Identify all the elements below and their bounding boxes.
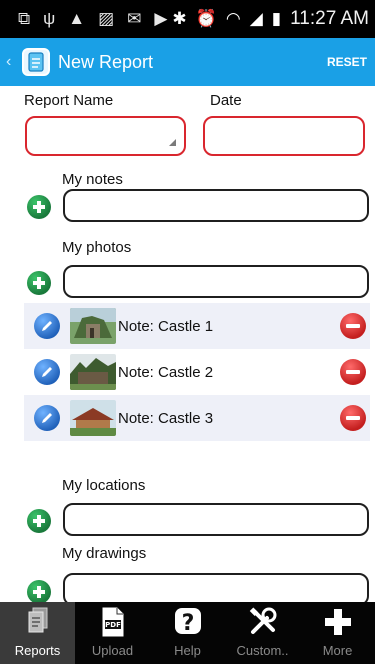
- help-icon: ?: [173, 606, 203, 641]
- photo-row[interactable]: Note: Castle 1: [24, 303, 370, 349]
- add-location-button[interactable]: [27, 509, 51, 533]
- locations-label: My locations: [62, 477, 146, 494]
- image-icon: ▨: [98, 9, 115, 28]
- tab-label: More: [322, 643, 353, 658]
- photo-note: Note: Castle 3: [118, 409, 214, 427]
- signal-icon: ◢: [249, 9, 263, 28]
- date-field[interactable]: [203, 116, 365, 156]
- photo-list: Note: Castle 1 Note: Castle 2 Note: Cast…: [24, 303, 370, 441]
- add-photo-button[interactable]: [27, 271, 51, 295]
- minus-icon: [346, 370, 360, 374]
- battery-icon: ▮: [271, 9, 282, 28]
- combo-corner-icon: [169, 139, 176, 146]
- minus-icon: [346, 416, 360, 420]
- tools-icon: [247, 606, 279, 641]
- photo-row[interactable]: Note: Castle 3: [24, 395, 370, 441]
- minus-icon: [346, 324, 360, 328]
- remove-photo-button[interactable]: [340, 359, 366, 385]
- tab-label: Custom..: [236, 643, 289, 658]
- locations-field[interactable]: [63, 503, 369, 536]
- edit-photo-button[interactable]: [34, 359, 60, 385]
- tab-label: Reports: [14, 643, 61, 658]
- status-bar: ⧉ ψ ▲ ▨ ✉ ▶ ✱ ⏰ ◠ ◢ ▮ 11:27 AM: [0, 0, 375, 38]
- photos-field[interactable]: [63, 265, 369, 298]
- plus-icon: [323, 606, 353, 641]
- photo-thumbnail[interactable]: [70, 400, 116, 436]
- photo-note: Note: Castle 1: [118, 317, 214, 335]
- back-chevron-icon[interactable]: ‹: [6, 53, 18, 71]
- remove-photo-button[interactable]: [340, 313, 366, 339]
- clock: 11:27 AM: [290, 8, 369, 29]
- action-bar: ‹ New Report RESET: [0, 38, 375, 86]
- warning-icon: ▲: [68, 9, 86, 28]
- report-name-label: Report Name: [24, 92, 114, 109]
- photo-thumbnail[interactable]: [70, 354, 116, 390]
- photo-note: Note: Castle 2: [118, 363, 214, 381]
- reset-button[interactable]: RESET: [327, 55, 367, 69]
- bottom-tab-bar: Reports PDF Upload ? Help Custom.. More: [0, 602, 375, 664]
- tab-upload[interactable]: PDF Upload: [75, 602, 150, 664]
- notes-label: My notes: [62, 171, 123, 188]
- video-icon: ▶: [154, 9, 168, 28]
- app-logo-icon[interactable]: [22, 48, 50, 76]
- bluetooth-icon: ✱: [172, 9, 187, 28]
- date-label: Date: [210, 92, 242, 109]
- alarm-icon: ⏰: [195, 9, 217, 28]
- tab-more[interactable]: More: [300, 602, 375, 664]
- photo-thumbnail[interactable]: [70, 308, 116, 344]
- tab-customize[interactable]: Custom..: [225, 602, 300, 664]
- edit-photo-button[interactable]: [34, 405, 60, 431]
- reports-icon: [25, 606, 51, 641]
- system-icons: ✱ ⏰ ◠ ◢ ▮ 11:27 AM: [172, 8, 369, 30]
- wifi-icon: ◠: [225, 9, 241, 28]
- mail-icon: ✉: [127, 9, 142, 28]
- tab-reports[interactable]: Reports: [0, 602, 75, 664]
- tab-help[interactable]: ? Help: [150, 602, 225, 664]
- svg-text:?: ?: [181, 611, 194, 636]
- photos-label: My photos: [62, 239, 132, 256]
- svg-text:PDF: PDF: [105, 621, 121, 629]
- remove-photo-button[interactable]: [340, 405, 366, 431]
- report-name-field[interactable]: [25, 116, 186, 156]
- add-drawing-button[interactable]: [27, 580, 51, 604]
- tab-label: Upload: [91, 643, 134, 658]
- photo-row[interactable]: Note: Castle 2: [24, 349, 370, 395]
- pdf-icon: PDF: [99, 606, 127, 641]
- drawings-label: My drawings: [62, 545, 147, 562]
- usb-icon: ψ: [43, 9, 56, 28]
- edit-photo-button[interactable]: [34, 313, 60, 339]
- page-title: New Report: [58, 51, 154, 72]
- add-note-button[interactable]: [27, 195, 51, 219]
- notification-icons: ⧉ ψ ▲ ▨ ✉ ▶: [18, 9, 167, 29]
- tab-label: Help: [174, 643, 201, 658]
- screenshot-icon: ⧉: [18, 9, 31, 28]
- notes-field[interactable]: [63, 189, 369, 222]
